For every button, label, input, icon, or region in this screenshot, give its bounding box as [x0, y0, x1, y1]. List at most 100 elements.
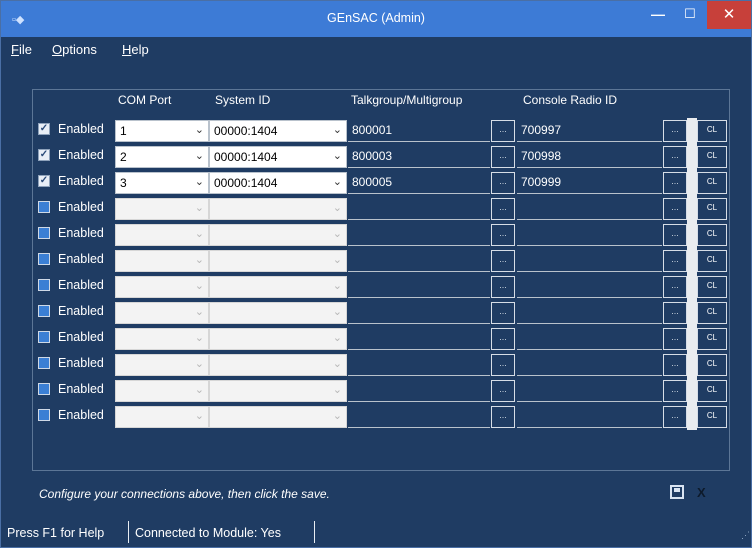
talkgroup-browse-button[interactable]: ...: [491, 224, 515, 246]
enabled-checkbox[interactable]: Enabled: [38, 356, 118, 373]
console-radio-browse-button[interactable]: ...: [663, 172, 687, 194]
clear-button[interactable]: CL: [697, 250, 727, 272]
enabled-checkbox[interactable]: Enabled: [38, 304, 118, 321]
talkgroup-field[interactable]: [348, 328, 490, 350]
clear-button[interactable]: CL: [697, 276, 727, 298]
com-port-select[interactable]: ⌄: [115, 380, 209, 402]
minimize-button[interactable]: —: [643, 1, 673, 29]
system-id-select[interactable]: ⌄: [209, 406, 347, 428]
console-radio-browse-button[interactable]: ...: [663, 302, 687, 324]
console-radio-browse-button[interactable]: ...: [663, 276, 687, 298]
com-port-select[interactable]: 3 ⌄: [115, 172, 209, 194]
talkgroup-browse-button[interactable]: ...: [491, 406, 515, 428]
enabled-checkbox[interactable]: ✓ Enabled: [38, 122, 118, 139]
enabled-checkbox[interactable]: Enabled: [38, 382, 118, 399]
clear-button[interactable]: CL: [697, 328, 727, 350]
checkbox-icon[interactable]: [38, 201, 50, 213]
console-radio-id-field[interactable]: [517, 276, 662, 298]
console-radio-id-field[interactable]: [517, 198, 662, 220]
system-id-select[interactable]: ⌄: [209, 380, 347, 402]
console-radio-browse-button[interactable]: ...: [663, 250, 687, 272]
talkgroup-browse-button[interactable]: ...: [491, 250, 515, 272]
checkbox-icon[interactable]: ✓: [38, 123, 50, 135]
title-bar[interactable]: ▫◆ GEnSAC (Admin) — ☐ ✕: [1, 1, 751, 37]
talkgroup-field[interactable]: [348, 302, 490, 324]
enabled-checkbox[interactable]: Enabled: [38, 408, 118, 425]
console-radio-browse-button[interactable]: ...: [663, 354, 687, 376]
system-id-select[interactable]: ⌄: [209, 276, 347, 298]
talkgroup-field[interactable]: 800005: [348, 172, 490, 194]
console-radio-id-field[interactable]: [517, 302, 662, 324]
console-radio-id-field[interactable]: 700997: [517, 120, 662, 142]
talkgroup-field[interactable]: [348, 380, 490, 402]
talkgroup-browse-button[interactable]: ...: [491, 302, 515, 324]
talkgroup-browse-button[interactable]: ...: [491, 172, 515, 194]
console-radio-browse-button[interactable]: ...: [663, 146, 687, 168]
com-port-select[interactable]: ⌄: [115, 224, 209, 246]
console-radio-id-field[interactable]: [517, 354, 662, 376]
com-port-select[interactable]: ⌄: [115, 354, 209, 376]
com-port-select[interactable]: ⌄: [115, 198, 209, 220]
talkgroup-field[interactable]: [348, 250, 490, 272]
console-radio-browse-button[interactable]: ...: [663, 120, 687, 142]
clear-button[interactable]: CL: [697, 224, 727, 246]
com-port-select[interactable]: 2 ⌄: [115, 146, 209, 168]
clear-button[interactable]: CL: [697, 302, 727, 324]
system-id-select[interactable]: 00000:1404 ⌄: [209, 120, 347, 142]
close-button[interactable]: ✕: [707, 1, 751, 29]
enabled-checkbox[interactable]: ✓ Enabled: [38, 148, 118, 165]
console-radio-browse-button[interactable]: ...: [663, 328, 687, 350]
checkbox-icon[interactable]: ✓: [38, 175, 50, 187]
enabled-checkbox[interactable]: Enabled: [38, 330, 118, 347]
menu-file[interactable]: File: [11, 42, 32, 57]
system-id-select[interactable]: ⌄: [209, 354, 347, 376]
talkgroup-browse-button[interactable]: ...: [491, 120, 515, 142]
console-radio-browse-button[interactable]: ...: [663, 198, 687, 220]
talkgroup-field[interactable]: [348, 224, 490, 246]
talkgroup-browse-button[interactable]: ...: [491, 354, 515, 376]
checkbox-icon[interactable]: [38, 357, 50, 369]
talkgroup-field[interactable]: [348, 406, 490, 428]
console-radio-browse-button[interactable]: ...: [663, 380, 687, 402]
clear-button[interactable]: CL: [697, 198, 727, 220]
enabled-checkbox[interactable]: ✓ Enabled: [38, 174, 118, 191]
console-radio-id-field[interactable]: 700998: [517, 146, 662, 168]
clear-button[interactable]: CL: [697, 120, 727, 142]
talkgroup-browse-button[interactable]: ...: [491, 380, 515, 402]
talkgroup-browse-button[interactable]: ...: [491, 146, 515, 168]
talkgroup-browse-button[interactable]: ...: [491, 328, 515, 350]
checkbox-icon[interactable]: ✓: [38, 149, 50, 161]
talkgroup-browse-button[interactable]: ...: [491, 276, 515, 298]
cancel-icon[interactable]: X: [697, 485, 706, 500]
talkgroup-field[interactable]: 800001: [348, 120, 490, 142]
console-radio-id-field[interactable]: [517, 328, 662, 350]
system-id-select[interactable]: 00000:1404 ⌄: [209, 172, 347, 194]
clear-button[interactable]: CL: [697, 146, 727, 168]
checkbox-icon[interactable]: [38, 331, 50, 343]
console-radio-id-field[interactable]: [517, 250, 662, 272]
checkbox-icon[interactable]: [38, 305, 50, 317]
com-port-select[interactable]: ⌄: [115, 406, 209, 428]
com-port-select[interactable]: ⌄: [115, 302, 209, 324]
enabled-checkbox[interactable]: Enabled: [38, 226, 118, 243]
enabled-checkbox[interactable]: Enabled: [38, 200, 118, 217]
talkgroup-field[interactable]: 800003: [348, 146, 490, 168]
system-id-select[interactable]: ⌄: [209, 328, 347, 350]
system-id-select[interactable]: 00000:1404 ⌄: [209, 146, 347, 168]
enabled-checkbox[interactable]: Enabled: [38, 252, 118, 269]
clear-button[interactable]: CL: [697, 354, 727, 376]
system-id-select[interactable]: ⌄: [209, 198, 347, 220]
save-icon[interactable]: [670, 485, 684, 499]
system-id-select[interactable]: ⌄: [209, 302, 347, 324]
clear-button[interactable]: CL: [697, 406, 727, 428]
com-port-select[interactable]: ⌄: [115, 250, 209, 272]
checkbox-icon[interactable]: [38, 383, 50, 395]
clear-button[interactable]: CL: [697, 380, 727, 402]
menu-help[interactable]: Help: [122, 42, 149, 57]
com-port-select[interactable]: ⌄: [115, 328, 209, 350]
console-radio-id-field[interactable]: 700999: [517, 172, 662, 194]
clear-button[interactable]: CL: [697, 172, 727, 194]
talkgroup-browse-button[interactable]: ...: [491, 198, 515, 220]
menu-options[interactable]: Options: [52, 42, 97, 57]
checkbox-icon[interactable]: [38, 253, 50, 265]
